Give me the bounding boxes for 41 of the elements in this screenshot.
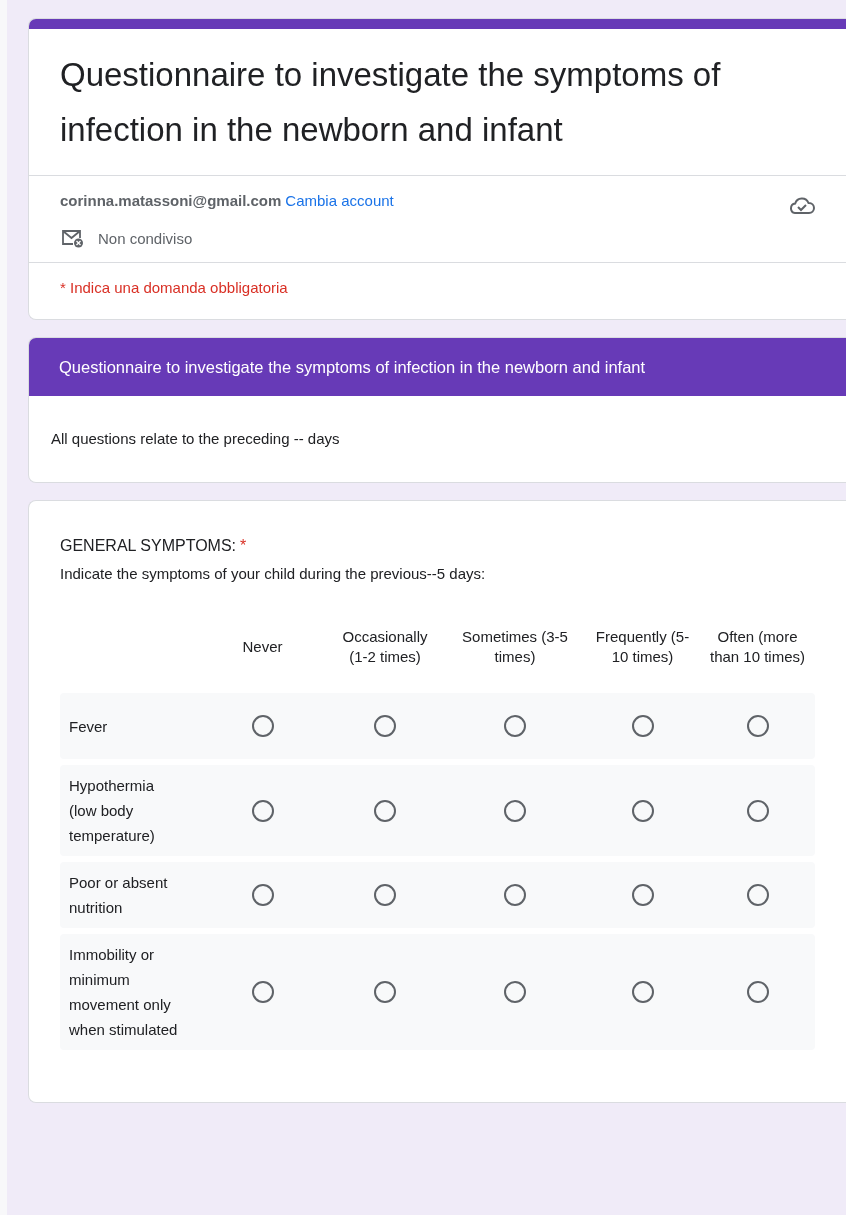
radio-button[interactable] bbox=[251, 981, 274, 1003]
row-label: Fever bbox=[68, 716, 109, 737]
radio-button[interactable] bbox=[746, 981, 769, 1003]
form-title: Questionnaire to investigate the symptoms of infection in the newborn and infant bbox=[59, 55, 722, 150]
radio-button[interactable] bbox=[746, 715, 769, 737]
sharing-status: Non condiviso bbox=[98, 229, 193, 247]
mail-blocked-icon bbox=[60, 228, 84, 248]
radio-button[interactable] bbox=[374, 799, 396, 822]
radio-button[interactable] bbox=[631, 981, 654, 1003]
radio-button[interactable] bbox=[251, 884, 274, 906]
section-description: All questions relate to the preceding -- days bbox=[50, 429, 341, 449]
column-header: Occasionally (1-2 times) bbox=[341, 627, 429, 667]
radio-button[interactable] bbox=[374, 715, 396, 737]
radio-button[interactable] bbox=[631, 799, 654, 822]
question-description: Indicate the symptoms of your child during the previous--5 days: bbox=[60, 565, 487, 582]
radio-button[interactable] bbox=[504, 981, 526, 1003]
radio-button[interactable] bbox=[631, 884, 654, 906]
radio-button[interactable] bbox=[504, 715, 526, 737]
switch-account-link[interactable]: Cambia account bbox=[285, 192, 394, 209]
required-note: * Indica una domanda obbligatoria bbox=[59, 278, 289, 298]
radio-button[interactable] bbox=[504, 799, 526, 822]
column-header: Never bbox=[241, 637, 284, 657]
column-header: Often (more than 10 times) bbox=[708, 627, 806, 667]
row-label: Poor or absent nutrition bbox=[68, 873, 169, 918]
column-header: Sometimes (3-5 times) bbox=[461, 627, 569, 667]
radio-button[interactable] bbox=[504, 884, 526, 906]
radio-button[interactable] bbox=[374, 884, 396, 906]
radio-button[interactable] bbox=[374, 981, 396, 1003]
account-email: corinna.matassoni@gmail.com bbox=[60, 192, 282, 209]
radio-button[interactable] bbox=[251, 715, 274, 737]
section-header: Questionnaire to investigate the symptoms of infection in the newborn and infant bbox=[29, 338, 846, 396]
question-title: GENERAL SYMPTOMS: bbox=[60, 537, 237, 554]
row-label: Hypothermia (low body temperature) bbox=[68, 776, 156, 846]
radio-button[interactable] bbox=[251, 799, 274, 822]
required-mark: * bbox=[240, 537, 247, 554]
radio-button[interactable] bbox=[631, 715, 654, 737]
row-label: Immobility or minimum movement only when stimulated bbox=[68, 945, 179, 1040]
radio-button[interactable] bbox=[746, 799, 769, 822]
radio-button[interactable] bbox=[746, 884, 769, 906]
column-header: Frequently (5-10 times) bbox=[594, 627, 691, 667]
cloud-check-icon bbox=[788, 194, 816, 216]
